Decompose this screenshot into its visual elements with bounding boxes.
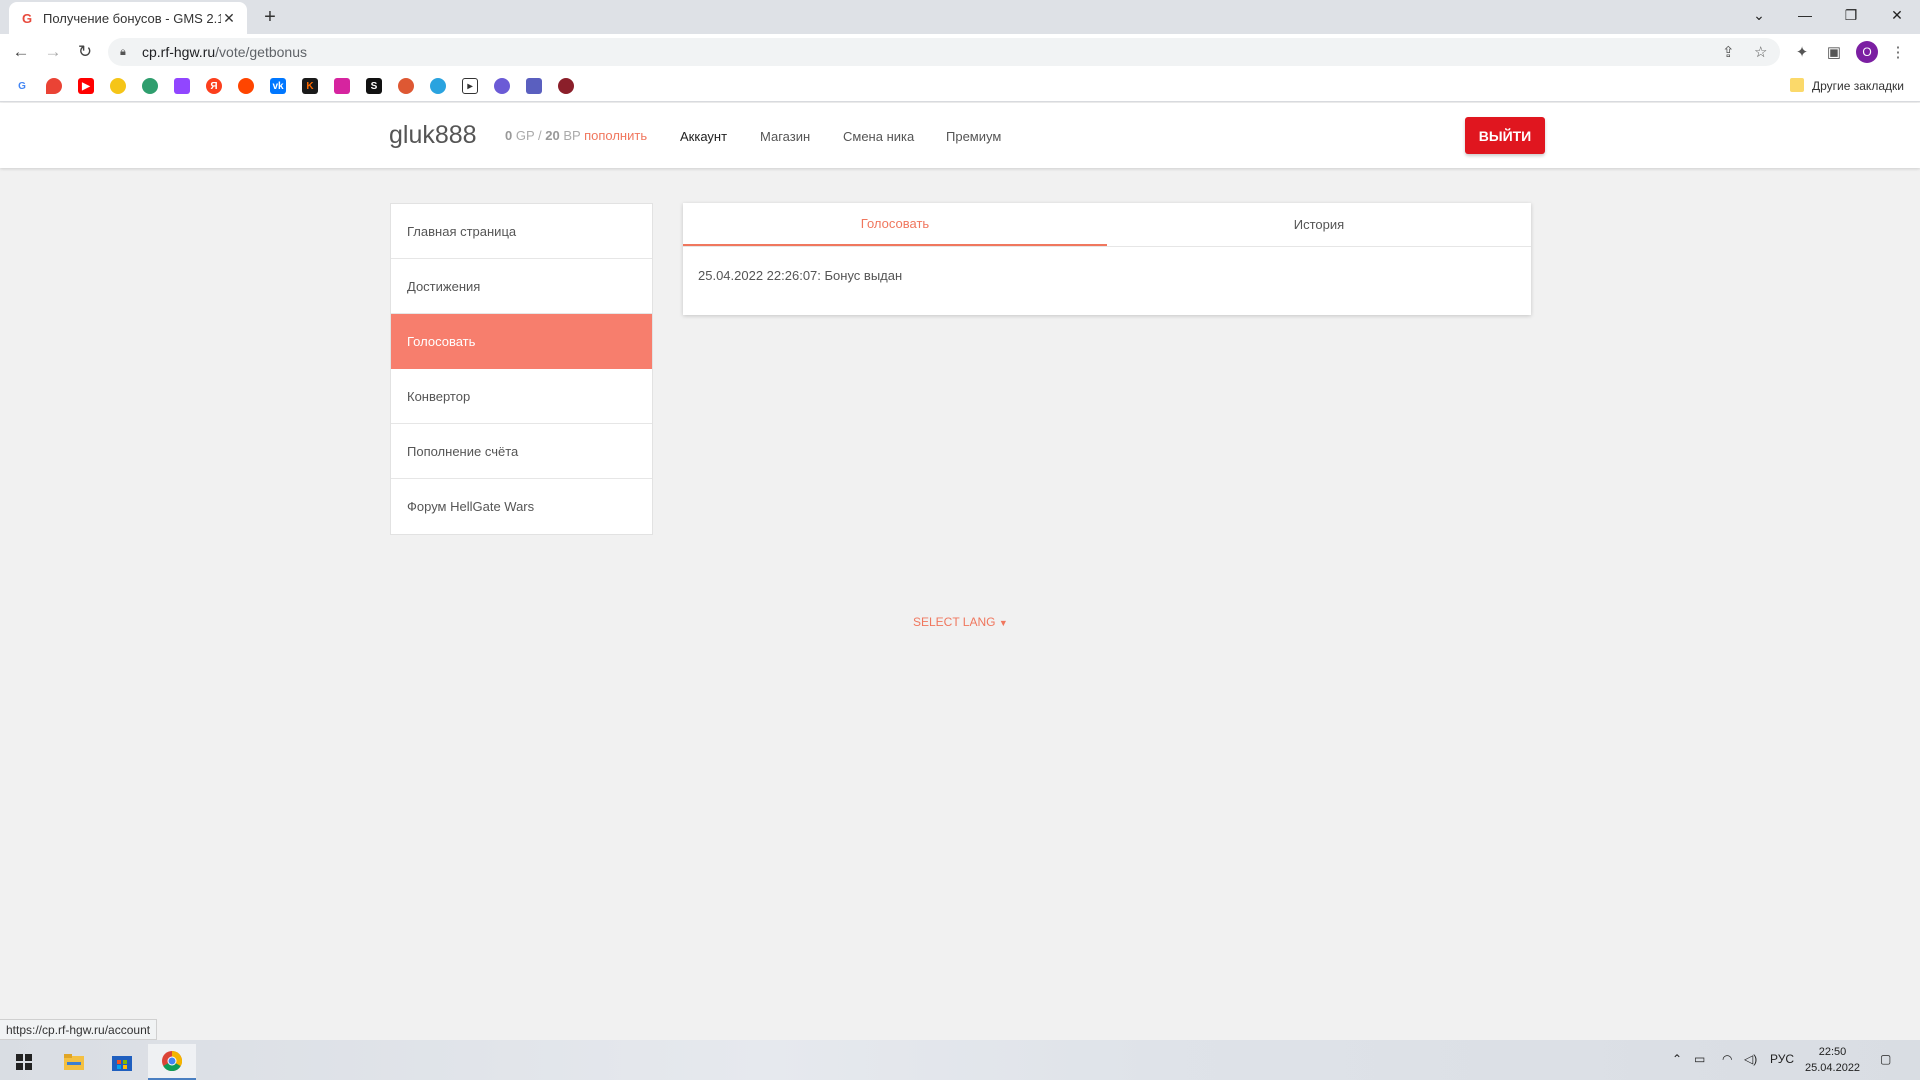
share-icon[interactable]: ⇪ [1722,43,1735,61]
url-host: cp.rf-hgw.ru [142,44,216,60]
restore-icon[interactable]: ❐ [1828,0,1874,30]
store-icon[interactable] [98,1044,146,1080]
tab-search-icon[interactable]: ⌄ [1736,0,1782,30]
bp-value: 20 [545,128,560,143]
balance: 0 GP / 20 BP пополнить [505,128,647,143]
browser-tab-strip: G Получение бонусов - GMS 2.1 ✕ + ⌄ — ❐ … [0,0,1920,34]
windows-start-icon[interactable] [0,1044,48,1080]
folder-icon [1790,78,1804,92]
nav-account[interactable]: Аккаунт [680,129,727,144]
ball-bookmark-icon[interactable] [558,78,574,94]
lock-icon: 🔒︎ [120,46,126,58]
card-tabs: Голосовать История [683,203,1531,247]
gp-unit: GP / [515,128,542,143]
clock-date: 25.04.2022 [1805,1062,1861,1074]
reddit-bookmark-icon[interactable] [238,78,254,94]
bookmarks-bar: G ▶ Я vk K S ▸ Другие закладки [0,70,1920,102]
duckduckgo-bookmark-icon[interactable] [398,78,414,94]
nav-shop[interactable]: Магазин [760,129,810,144]
chrome-taskbar-icon[interactable] [148,1044,196,1080]
language-indicator[interactable]: РУС [1770,1052,1794,1066]
vk-bookmark-icon[interactable]: vk [270,78,286,94]
s-bookmark-icon[interactable]: S [366,78,382,94]
wifi-icon[interactable]: ◠ [1722,1052,1732,1066]
reload-icon[interactable]: ↻ [73,40,97,64]
new-tab-icon[interactable]: + [258,5,282,29]
nav-premium[interactable]: Премиум [946,129,1001,144]
coin-bookmark-icon[interactable] [110,78,126,94]
tab-vote[interactable]: Голосовать [683,203,1107,246]
browser-tab[interactable]: G Получение бонусов - GMS 2.1 ✕ [9,2,247,34]
file-explorer-icon[interactable] [50,1044,98,1080]
clock-time: 22:50 [1818,1046,1847,1058]
topup-link[interactable]: пополнить [584,128,647,143]
refresh-bookmark-icon[interactable] [142,78,158,94]
google-bookmark-icon[interactable]: G [14,78,30,94]
url-path: /vote/getbonus [215,44,307,60]
side-panel-icon[interactable]: ▣ [1822,40,1846,64]
sidebar-item-home[interactable]: Главная страница [391,204,652,259]
twitch-bookmark-icon[interactable] [174,78,190,94]
circle-bookmark-icon[interactable] [494,78,510,94]
telegram-bookmark-icon[interactable] [430,78,446,94]
profile-avatar[interactable]: O [1856,41,1878,63]
back-icon[interactable]: ← [9,40,33,64]
tab-title: Получение бонусов - GMS 2.1 [43,10,221,26]
bonus-message: 25.04.2022 22:26:07: Бонус выдан [698,268,903,283]
window-close-icon[interactable]: ✕ [1874,0,1920,30]
vote-card: Голосовать История 25.04.2022 22:26:07: … [683,203,1531,315]
extensions-icon[interactable]: ✦ [1790,40,1814,64]
bp-unit: BP [563,128,581,143]
logout-button[interactable]: ВЫЙТИ [1465,117,1545,154]
maps-bookmark-icon[interactable] [46,78,62,94]
browser-toolbar: ← → ↻ 🔒︎ cp.rf-hgw.ru/vote/getbonus ⇪ ☆ … [0,34,1920,70]
notifications-icon[interactable]: ▢ [1880,1052,1891,1066]
other-bookmarks[interactable]: Другие закладки [1812,79,1904,93]
forward-icon[interactable]: → [41,40,65,64]
sidebar-item-vote[interactable]: Голосовать [391,314,652,369]
site-favicon-icon: G [21,10,33,26]
menu-kebab-icon[interactable]: ⋮ [1886,40,1910,64]
caret-down-icon: ▼ [998,618,1008,628]
instagram-bookmark-icon[interactable] [334,78,350,94]
sidebar-item-converter[interactable]: Конвертор [391,369,652,424]
sidebar-item-achievements[interactable]: Достижения [391,259,652,314]
sidebar: Главная страница Достижения Голосовать К… [390,203,653,535]
battery-icon[interactable]: ▭ [1694,1052,1705,1066]
cube-bookmark-icon[interactable] [526,78,542,94]
k-bookmark-icon[interactable]: K [302,78,318,94]
youtube-bookmark-icon[interactable]: ▶ [78,78,94,94]
clock[interactable]: 22:50 25.04.2022 [1805,1044,1860,1076]
volume-icon[interactable]: ◁) [1744,1052,1757,1066]
status-bar-url: https://cp.rf-hgw.ru/account [0,1019,158,1040]
yandex-bookmark-icon[interactable]: Я [206,78,222,94]
play-bookmark-icon[interactable]: ▸ [462,78,478,94]
select-lang-dropdown[interactable]: SELECT LANG ▼ [913,615,1008,629]
address-bar[interactable]: 🔒︎ cp.rf-hgw.ru/vote/getbonus [108,38,1780,66]
site-header: gluk888 0 GP / 20 BP пополнить Аккаунт М… [0,103,1920,168]
bookmark-star-icon[interactable]: ☆ [1754,43,1767,61]
tab-history[interactable]: История [1107,203,1531,246]
nav-change-nick[interactable]: Смена ника [843,129,914,144]
taskbar: ⌃ ▭ ◠ ◁) РУС 22:50 25.04.2022 ▢ [0,1040,1920,1080]
sidebar-item-forum[interactable]: Форум HellGate Wars [391,479,652,534]
tray-chevron-icon[interactable]: ⌃ [1672,1052,1682,1066]
select-lang-label: SELECT LANG [913,615,996,629]
tab-close-icon[interactable]: ✕ [221,10,237,27]
username-brand[interactable]: gluk888 [389,121,477,150]
sidebar-item-topup[interactable]: Пополнение счёта [391,424,652,479]
minimize-icon[interactable]: — [1782,0,1828,30]
gp-value: 0 [505,128,513,143]
